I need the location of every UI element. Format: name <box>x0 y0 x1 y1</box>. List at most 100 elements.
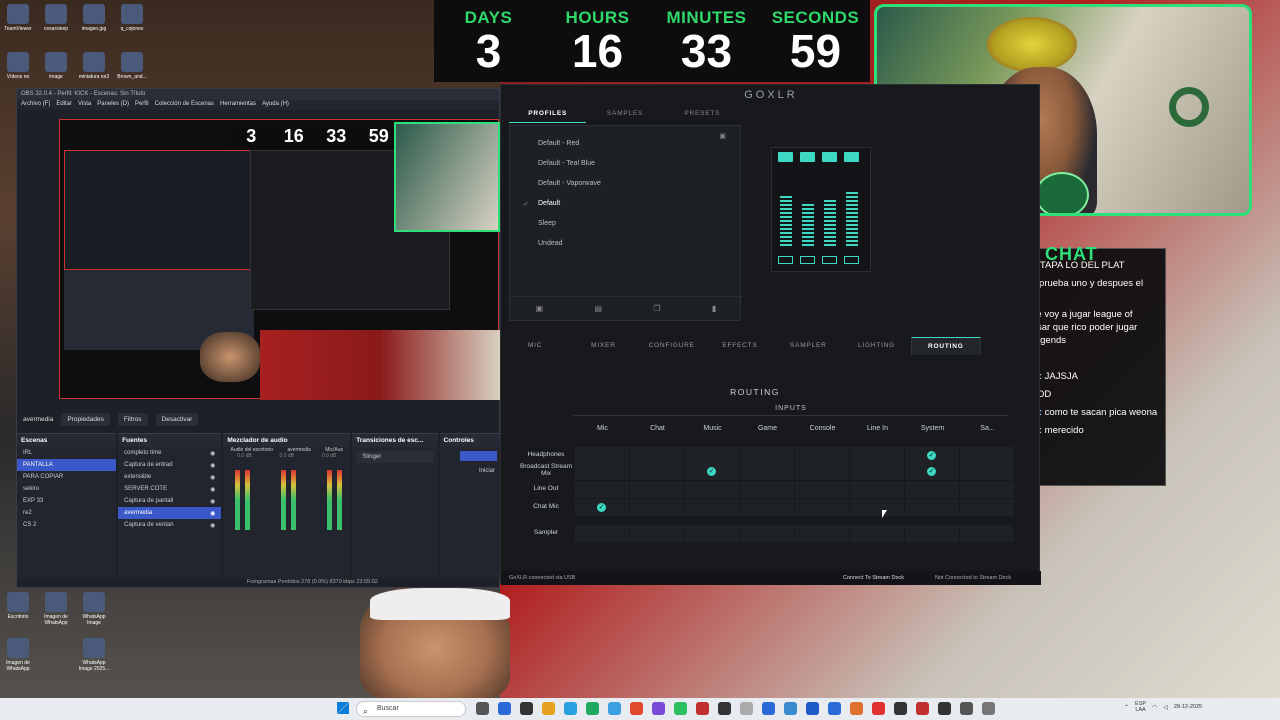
scene-item[interactable]: re2 <box>17 507 116 519</box>
obs-menu-item[interactable]: Colección de Escenas <box>155 101 214 109</box>
taskbar-app-icon[interactable] <box>806 702 819 715</box>
volume-icon[interactable]: ◁ <box>1163 704 1168 711</box>
goxlr-tab-presets[interactable]: PRESETS <box>664 105 741 123</box>
routing-cell[interactable] <box>740 525 794 542</box>
taskbar-app-icon[interactable] <box>564 702 577 715</box>
taskbar-app-icon[interactable] <box>762 702 775 715</box>
new-file-icon[interactable]: ▤ <box>595 304 603 313</box>
desktop-icon[interactable]: Brown_and... <box>114 52 150 80</box>
desktop-icon[interactable]: q_cojones <box>114 4 150 32</box>
transition-select[interactable]: Stinger <box>356 451 434 463</box>
obs-window[interactable]: OBS 32.0.4 - Perfil: KICK - Escenas: Sin… <box>16 88 502 588</box>
deactivate-button[interactable]: Desactivar <box>155 412 199 426</box>
routing-cell[interactable] <box>960 463 1014 480</box>
routing-cell[interactable] <box>740 481 794 498</box>
eye-icon[interactable]: ◉ <box>210 450 215 457</box>
routing-cell[interactable] <box>795 499 849 516</box>
filters-button[interactable]: Filtros <box>117 412 148 426</box>
desktop-icon[interactable]: image <box>38 52 74 80</box>
eye-icon[interactable]: ◉ <box>210 462 215 469</box>
nav-tab-mixer[interactable]: MIXER <box>569 337 637 355</box>
routing-cell[interactable] <box>685 447 739 464</box>
routing-cell[interactable] <box>685 525 739 542</box>
taskbar-app-icon[interactable] <box>850 702 863 715</box>
profile-item[interactable]: Default - Vaporwave <box>538 180 601 187</box>
obs-menu-item[interactable]: Paneles (D) <box>97 101 129 109</box>
eye-icon[interactable]: ◉ <box>210 522 215 529</box>
scene-item[interactable]: PANTALLA <box>17 459 117 471</box>
routing-cell[interactable] <box>850 525 904 542</box>
desktop-icon[interactable]: WhatsApp Image <box>76 592 112 626</box>
taskbar-app-icon[interactable] <box>938 702 951 715</box>
routing-cell[interactable] <box>740 463 794 480</box>
routing-check-icon[interactable]: ✓ <box>597 503 606 512</box>
taskbar-app-icon[interactable] <box>498 702 511 715</box>
desktop-icon[interactable]: miniatura ne3 <box>76 52 112 80</box>
language-indicator[interactable]: ESP LAA <box>1135 701 1146 713</box>
routing-cell[interactable] <box>960 447 1014 464</box>
start-button[interactable]: Iniciar <box>440 465 501 477</box>
routing-cell[interactable] <box>740 499 794 516</box>
nav-tab-effects[interactable]: EFFECTS <box>706 337 774 355</box>
scene-item[interactable]: CS 2 <box>17 519 116 531</box>
properties-button[interactable]: Propiedades <box>61 412 110 426</box>
goxlr-tab-profiles[interactable]: PROFILES <box>509 105 587 123</box>
goxlr-window[interactable]: GOXLR PROFILES SAMPLES PRESETS Default - R… <box>500 84 1041 585</box>
desktop-icon[interactable]: cesarsleep <box>38 4 74 32</box>
eye-icon[interactable]: ◉ <box>210 486 215 493</box>
obs-preview[interactable]: 3 16 33 59 <box>59 119 500 400</box>
folder-icon[interactable]: ▣ <box>719 132 726 140</box>
nav-tab-lighting[interactable]: LIGHTING <box>842 337 910 355</box>
delete-icon[interactable]: ▮ <box>712 304 716 313</box>
routing-cell[interactable] <box>850 481 904 498</box>
save-icon[interactable]: ▣ <box>536 304 544 313</box>
routing-check-icon[interactable]: ✓ <box>927 467 936 476</box>
desktop-icon[interactable]: Imagen de WhatsApp <box>0 638 36 672</box>
taskbar-search[interactable]: ⌕ Buscar <box>356 701 466 717</box>
routing-cell[interactable] <box>905 481 959 498</box>
taskbar-app-icon[interactable] <box>872 702 885 715</box>
taskbar-app-icon[interactable] <box>520 702 533 715</box>
routing-cell[interactable] <box>960 481 1014 498</box>
routing-cell[interactable] <box>630 481 684 498</box>
desktop-icon[interactable]: WhatsApp Image 2025... <box>76 638 112 672</box>
source-item[interactable]: SERVER COTE ◉ <box>118 483 221 495</box>
nav-tab-sampler[interactable]: SAMPLER <box>774 337 842 355</box>
eye-icon[interactable]: ◉ <box>210 510 215 517</box>
source-item[interactable]: Captura de entrad ◉ <box>118 459 221 471</box>
source-item[interactable]: avermedia ◉ <box>118 507 222 519</box>
desktop-icon[interactable]: TeamViewer <box>0 4 36 32</box>
clock[interactable]: 28-12-2025 <box>1174 704 1202 711</box>
routing-check-icon[interactable]: ✓ <box>707 467 716 476</box>
routing-cell[interactable] <box>575 481 629 498</box>
obs-menu-item[interactable]: Archivo (F) <box>21 101 50 109</box>
source-item[interactable]: Captura de ventan ◉ <box>118 519 221 531</box>
taskbar-app-icon[interactable] <box>894 702 907 715</box>
routing-cell[interactable] <box>905 525 959 542</box>
taskbar-app-icon[interactable] <box>674 702 687 715</box>
chevron-up-icon[interactable]: ⌃ <box>1124 704 1129 711</box>
taskbar-app-icon[interactable] <box>718 702 731 715</box>
taskbar-app-icon[interactable] <box>652 702 665 715</box>
obs-title-bar[interactable]: OBS 32.0.4 - Perfil: KICK - Escenas: Sin… <box>17 89 499 100</box>
routing-cell[interactable] <box>575 463 629 480</box>
taskbar-app-icon[interactable] <box>542 702 555 715</box>
routing-cell[interactable] <box>905 499 959 516</box>
nav-tab-configure[interactable]: CONFIGURE <box>638 337 706 355</box>
routing-cell[interactable] <box>960 525 1014 542</box>
scene-item[interactable]: PARA COPIAR <box>17 471 116 483</box>
routing-cell[interactable] <box>795 463 849 480</box>
profile-item[interactable]: Default <box>538 200 560 207</box>
routing-cell[interactable] <box>850 499 904 516</box>
routing-cell[interactable] <box>685 481 739 498</box>
desktop-icon[interactable]: Imagen de WhatsApp <box>38 592 74 626</box>
routing-cell[interactable] <box>795 481 849 498</box>
profile-item[interactable]: Undead <box>538 240 563 247</box>
routing-cell[interactable] <box>850 447 904 464</box>
copy-icon[interactable]: ❐ <box>653 304 660 313</box>
wifi-icon[interactable]: ◠ <box>1152 704 1157 711</box>
taskbar-app-icon[interactable] <box>630 702 643 715</box>
routing-cell[interactable] <box>575 447 629 464</box>
scene-item[interactable]: EXP 33 <box>17 495 116 507</box>
desktop-icon[interactable]: imagen.jpg <box>76 4 112 32</box>
